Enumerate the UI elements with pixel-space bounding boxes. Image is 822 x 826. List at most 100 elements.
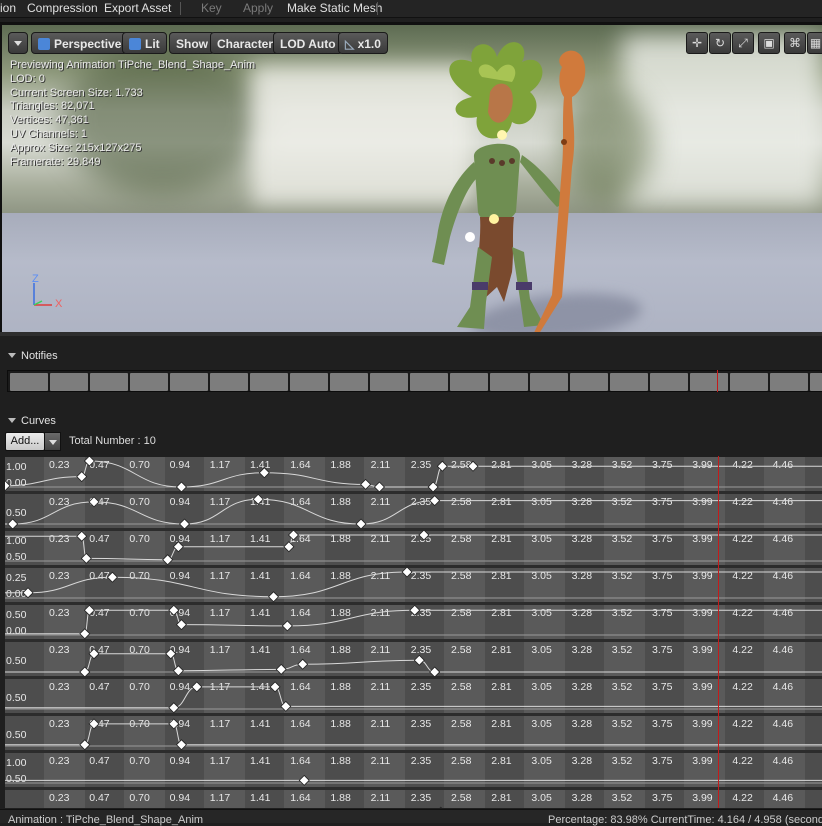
curve-key-diamond[interactable] <box>88 648 100 660</box>
curve-key-diamond[interactable] <box>413 654 425 666</box>
notify-track-cell[interactable] <box>570 373 608 391</box>
curve-key-diamond[interactable] <box>418 531 430 541</box>
curve-key-diamond[interactable] <box>79 628 91 639</box>
curve-row[interactable]: 0.230.470.700.941.171.411.641.882.112.35… <box>5 568 822 605</box>
curve-row[interactable]: 0.230.470.700.941.171.411.641.882.112.35… <box>5 790 822 808</box>
curve-graph[interactable] <box>5 642 822 676</box>
curve-key-diamond[interactable] <box>283 541 295 553</box>
curve-key-diamond[interactable] <box>5 480 11 491</box>
curve-graph[interactable] <box>5 753 822 787</box>
curve-graph[interactable] <box>5 679 822 713</box>
notifies-track[interactable] <box>7 370 822 392</box>
scale-tool-icon[interactable]: ⤢ <box>732 32 754 54</box>
notify-track-cell[interactable] <box>410 373 448 391</box>
curve-key-diamond[interactable] <box>106 571 118 583</box>
curve-row[interactable]: 0.230.470.700.941.171.411.641.882.112.35… <box>5 679 822 716</box>
curve-key-diamond[interactable] <box>297 658 309 670</box>
notify-track-cell[interactable] <box>330 373 368 391</box>
curve-key-diamond[interactable] <box>172 665 184 676</box>
curve-key-diamond[interactable] <box>429 495 441 507</box>
curve-row[interactable]: 0.230.470.700.941.171.411.641.882.112.35… <box>5 642 822 679</box>
curve-key-diamond[interactable] <box>401 568 413 578</box>
curve-row[interactable]: 0.230.470.700.941.171.411.641.882.112.35… <box>5 531 822 568</box>
notify-track-cell[interactable] <box>650 373 688 391</box>
curve-key-diamond[interactable] <box>88 718 100 730</box>
curve-row[interactable]: 0.230.470.700.941.171.411.641.882.112.35… <box>5 605 822 642</box>
notify-track-cell[interactable] <box>370 373 408 391</box>
notify-track-cell[interactable] <box>290 373 328 391</box>
curve-key-diamond[interactable] <box>175 481 187 491</box>
curve-graph[interactable] <box>5 790 822 808</box>
notify-track-cell[interactable] <box>210 373 248 391</box>
curve-key-diamond[interactable] <box>76 471 88 483</box>
curve-key-diamond[interactable] <box>252 494 264 505</box>
curve-key-diamond[interactable] <box>175 619 187 631</box>
notify-track-cell[interactable] <box>250 373 288 391</box>
notify-track-cell[interactable] <box>690 373 728 391</box>
notify-track-cell[interactable] <box>770 373 808 391</box>
curve-key-diamond[interactable] <box>191 681 203 693</box>
curve-graph[interactable] <box>5 494 822 528</box>
curve-key-diamond[interactable] <box>281 620 293 632</box>
world-local-icon[interactable]: ▣ <box>758 32 780 54</box>
curve-key-diamond[interactable] <box>179 518 191 528</box>
curve-row[interactable]: 0.230.470.700.941.171.411.641.882.112.35… <box>5 716 822 753</box>
curve-key-diamond[interactable] <box>275 663 287 675</box>
notify-track-cell[interactable] <box>610 373 648 391</box>
curve-key-diamond[interactable] <box>7 518 19 528</box>
menu-item-compression[interactable]: Compression <box>27 1 98 15</box>
notifies-header[interactable]: Notifies <box>8 350 58 362</box>
menu-item-export-asset[interactable]: Export Asset <box>104 1 171 15</box>
curve-key-diamond[interactable] <box>79 666 91 676</box>
curve-key-diamond[interactable] <box>435 806 447 808</box>
curve-key-diamond[interactable] <box>298 774 310 786</box>
curve-key-diamond[interactable] <box>76 531 88 542</box>
show-button[interactable]: Show <box>169 32 215 54</box>
curve-key-diamond[interactable] <box>168 718 180 730</box>
notify-track-cell[interactable] <box>50 373 88 391</box>
menu-item-make-static-mesh[interactable]: Make Static Mesh <box>287 1 382 15</box>
curve-key-diamond[interactable] <box>355 518 367 528</box>
preview-viewport[interactable]: Perspective Lit Show Character LOD Auto … <box>0 22 822 332</box>
grid-snap-icon[interactable]: ▦ <box>807 32 822 54</box>
curve-row[interactable]: 0.230.470.700.941.171.411.641.882.112.35… <box>5 753 822 790</box>
notify-track-cell[interactable] <box>530 373 568 391</box>
character-button[interactable]: Character <box>210 32 281 54</box>
curve-graph[interactable] <box>5 457 822 491</box>
panel-divider[interactable] <box>0 332 822 336</box>
translate-tool-icon[interactable]: ✛ <box>686 32 708 54</box>
curve-row[interactable]: 0.230.470.700.941.171.411.641.882.112.35… <box>5 494 822 531</box>
curve-key-diamond[interactable] <box>165 648 177 660</box>
curve-key-diamond[interactable] <box>409 605 421 616</box>
notify-track-cell[interactable] <box>810 373 822 391</box>
curves-header[interactable]: Curves <box>8 415 56 427</box>
menu-item-key[interactable]: Key <box>201 1 222 15</box>
curve-key-diamond[interactable] <box>427 481 439 491</box>
add-curve-button[interactable]: Add... <box>5 432 45 451</box>
rotate-tool-icon[interactable]: ↻ <box>709 32 731 54</box>
menu-item-apply[interactable]: Apply <box>243 1 273 15</box>
curve-key-diamond[interactable] <box>83 605 95 616</box>
curve-key-diamond[interactable] <box>436 460 448 472</box>
notify-track-cell[interactable] <box>130 373 168 391</box>
lit-button[interactable]: Lit <box>122 32 167 54</box>
lod-button[interactable]: LOD Auto <box>273 32 343 54</box>
notify-track-cell[interactable] <box>490 373 528 391</box>
curves-playhead[interactable] <box>718 456 719 808</box>
curve-key-diamond[interactable] <box>429 666 441 676</box>
curve-key-diamond[interactable] <box>258 467 270 479</box>
curve-key-diamond[interactable] <box>168 702 180 713</box>
curve-graph[interactable] <box>5 568 822 602</box>
curve-key-diamond[interactable] <box>88 496 100 508</box>
curve-key-diamond[interactable] <box>80 552 92 564</box>
curve-graph[interactable] <box>5 531 822 565</box>
notify-track-cell[interactable] <box>450 373 488 391</box>
curve-key-diamond[interactable] <box>22 587 34 599</box>
menu-item-animation[interactable]: ion <box>0 1 16 15</box>
notify-track-cell[interactable] <box>730 373 768 391</box>
curve-key-diamond[interactable] <box>467 460 479 472</box>
notify-track-cell[interactable] <box>170 373 208 391</box>
playback-speed-button[interactable]: ◺ x1.0 <box>338 32 388 54</box>
perspective-button[interactable]: Perspective <box>31 32 129 54</box>
curve-key-diamond[interactable] <box>373 481 385 491</box>
